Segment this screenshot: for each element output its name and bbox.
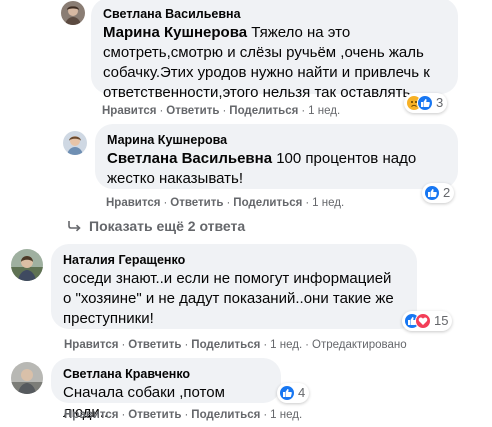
edited-label: Отредактировано xyxy=(312,339,407,351)
reply-arrow-icon xyxy=(68,221,81,232)
comment-line: 100 процентов надо xyxy=(272,150,417,167)
reply-button[interactable]: Ответить xyxy=(128,409,181,421)
comment-line: ответственности,этого нельзя так оставля… xyxy=(103,84,415,101)
reply-button[interactable]: Ответить xyxy=(166,105,219,117)
reply-button[interactable]: Ответить xyxy=(170,197,223,209)
comment-text: Марина Кушнерова Тяжело на это смотреть,… xyxy=(103,23,446,103)
avatar[interactable] xyxy=(63,131,87,155)
like-button[interactable]: Нравится xyxy=(64,409,118,421)
reaction-count: 3 xyxy=(436,95,444,110)
comment-actions: Нравится · Ответить · Поделиться · 1 нед. xyxy=(102,105,341,117)
avatar[interactable] xyxy=(11,249,43,281)
comment-text: соседи знают..и если не помогут информац… xyxy=(63,269,405,329)
comment-author[interactable]: Светлана Васильевна xyxy=(103,6,446,22)
share-button[interactable]: Поделиться xyxy=(191,339,260,351)
timestamp[interactable]: 1 нед. xyxy=(270,409,302,421)
timestamp[interactable]: 1 нед. xyxy=(312,197,344,209)
reaction-count: 4 xyxy=(298,385,306,400)
comment-line: соседи знают..и если не помогут информац… xyxy=(63,270,392,287)
reaction-count: 2 xyxy=(443,185,451,200)
comment-bubble: Светлана Кравченко Сначала собаки ,потом… xyxy=(51,358,281,421)
reaction-summary[interactable]: 3 xyxy=(404,93,448,113)
like-button[interactable]: Нравится xyxy=(102,105,156,117)
avatar[interactable] xyxy=(61,1,85,25)
comment-line: Тяжело на это xyxy=(251,24,351,41)
share-button[interactable]: Поделиться xyxy=(191,409,260,421)
like-reaction-icon xyxy=(279,385,295,401)
show-more-label: Показать ещё 2 ответа xyxy=(89,218,246,234)
like-button[interactable]: Нравится xyxy=(64,339,118,351)
comment-line: преступники! xyxy=(63,310,154,327)
comment-actions: Нравится · Ответить · Поделиться · 1 нед. xyxy=(64,409,303,421)
love-reaction-icon xyxy=(415,313,431,329)
comment-bubble: Марина Кушнерова Светлана Васильевна 100… xyxy=(95,124,458,189)
comment-author[interactable]: Наталия Геращенко xyxy=(63,252,405,268)
share-button[interactable]: Поделиться xyxy=(229,105,298,117)
like-reaction-icon xyxy=(424,185,440,201)
comment-line: собачку.Этих уродов нужно найти и привле… xyxy=(103,64,430,81)
reaction-summary[interactable]: 4 xyxy=(277,383,310,403)
show-more-replies[interactable]: Показать ещё 2 ответа xyxy=(67,218,245,234)
like-reaction-icon xyxy=(417,95,433,111)
reaction-summary[interactable]: 2 xyxy=(422,183,455,203)
comment-actions: Нравится · Ответить · Поделиться · 1 нед. · Отре… xyxy=(64,339,407,351)
share-button[interactable]: Поделиться xyxy=(233,197,302,209)
timestamp[interactable]: 1 нед. xyxy=(308,105,340,117)
comment-author[interactable]: Марина Кушнерова xyxy=(107,132,446,148)
comment-bubble: Наталия Геращенко соседи знают..и если н… xyxy=(51,244,417,329)
reaction-summary[interactable]: 15 xyxy=(402,311,453,331)
reaction-count: 15 xyxy=(434,313,449,328)
comment-bubble: Светлана Васильевна Марина Кушнерова Тяж… xyxy=(91,0,458,101)
comment-text: Светлана Васильевна 100 процентов надо ж… xyxy=(107,149,446,189)
comment-actions: Нравится · Ответить · Поделиться · 1 нед. xyxy=(106,197,345,209)
like-button[interactable]: Нравится xyxy=(106,197,160,209)
comment-author[interactable]: Светлана Кравченко xyxy=(63,366,269,382)
reply-button[interactable]: Ответить xyxy=(128,339,181,351)
comment-line: жестко наказывать! xyxy=(107,170,244,187)
comment-line: о "хозяине" и не дадут показаний..они та… xyxy=(63,290,394,307)
avatar[interactable] xyxy=(11,362,43,394)
comment-line: смотреть,смотрю и слёзы ручьём ,очень жа… xyxy=(103,44,424,61)
mention-link[interactable]: Марина Кушнерова xyxy=(103,24,247,41)
mention-link[interactable]: Светлана Васильевна xyxy=(107,150,272,167)
timestamp[interactable]: 1 нед. xyxy=(270,339,302,351)
